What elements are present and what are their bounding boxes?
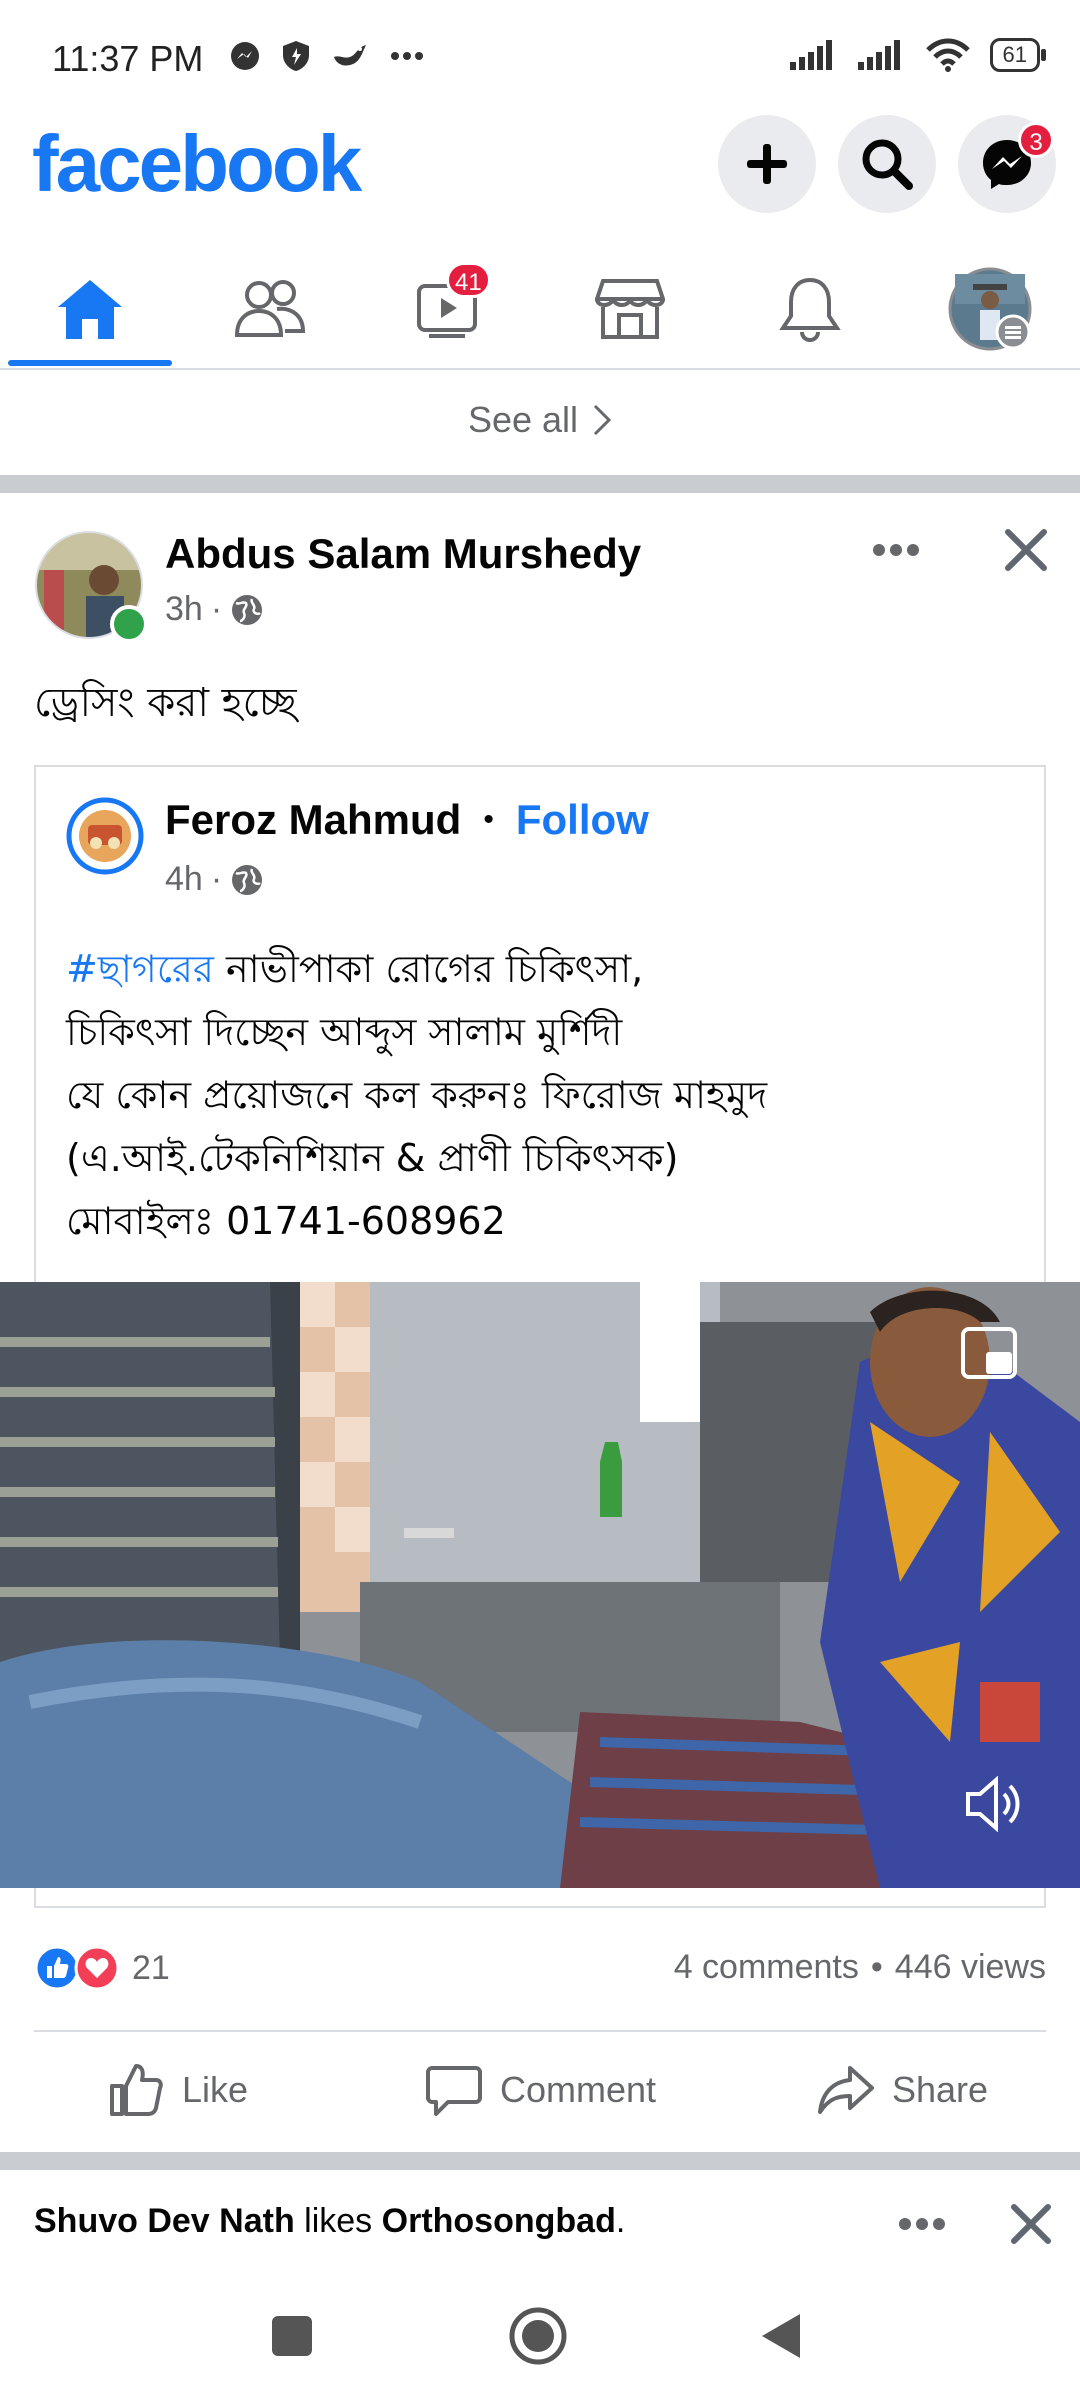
- search-icon: [862, 139, 913, 190]
- views-count: 446 views: [894, 1948, 1046, 1986]
- share-label: Share: [892, 2069, 989, 2110]
- shared-post-meta: 4h ·: [165, 860, 264, 899]
- video-frame: [0, 1282, 1080, 1888]
- shared-meta-dot: ·: [210, 860, 223, 898]
- next-story-page[interactable]: Orthosongbad: [382, 2202, 616, 2240]
- hashtag-link[interactable]: #ছাগরের: [66, 947, 214, 991]
- status-system-icons: 61: [789, 38, 1047, 72]
- system-navigation-bar: [0, 2270, 1080, 2400]
- status-bar: 11:37 PM 61: [0, 0, 1080, 115]
- search-button[interactable]: [838, 115, 936, 213]
- signal-icon: [789, 40, 832, 70]
- shield-notification-icon: [283, 41, 309, 71]
- share-icon: [818, 2066, 874, 2114]
- watch-badge: 41: [446, 262, 491, 298]
- next-story-more-icon[interactable]: [898, 2214, 946, 2234]
- friends-icon: [234, 280, 306, 337]
- next-story-close-icon[interactable]: [1010, 2203, 1052, 2245]
- comments-count[interactable]: 4 comments: [674, 1948, 859, 1987]
- tab-marketplace[interactable]: [540, 250, 720, 368]
- status-notification-icons: [230, 40, 424, 72]
- volume-icon[interactable]: [964, 1776, 1028, 1832]
- hide-post-close-icon[interactable]: [1004, 528, 1048, 572]
- comment-button[interactable]: Comment: [426, 2062, 656, 2118]
- plus-icon: [747, 144, 787, 184]
- post-stats: 4 comments • 446 views: [674, 1948, 1046, 1987]
- globe-icon: [232, 594, 263, 625]
- messenger-notification-icon: [231, 42, 259, 70]
- next-story-verb: likes: [294, 2202, 382, 2240]
- stats-separator: •: [870, 1948, 883, 1986]
- globe-icon: [232, 864, 263, 895]
- create-button[interactable]: [718, 115, 816, 213]
- post-text: ড্রেসিং করা হচ্ছে: [34, 680, 297, 726]
- post-time[interactable]: 3h: [165, 590, 203, 629]
- picture-in-picture-icon[interactable]: [960, 1326, 1020, 1382]
- main-tab-bar: [0, 250, 1080, 370]
- feed-separator: [0, 475, 1080, 493]
- shared-text-line-5: মোবাইলঃ 01741-608962: [66, 1199, 506, 1243]
- shared-author-avatar[interactable]: [66, 797, 144, 880]
- recents-button-icon[interactable]: [270, 2314, 314, 2358]
- shared-post-time[interactable]: 4h: [165, 860, 203, 899]
- tab-friends[interactable]: [180, 250, 360, 368]
- post-meta: 3h ·: [165, 590, 264, 629]
- messenger-badge: 3: [1018, 122, 1054, 158]
- love-reaction-icon: [74, 1945, 120, 1991]
- comment-label: Comment: [500, 2069, 657, 2110]
- shared-author-name[interactable]: Feroz Mahmud: [165, 796, 461, 844]
- reactions-count: 21: [132, 1948, 170, 1987]
- more-options-icon[interactable]: [872, 540, 920, 560]
- share-button[interactable]: Share: [818, 2062, 988, 2118]
- shared-text-line-1: #ছাগরের নাভীপাকা রোগের চিকিৎসা,: [66, 938, 1026, 1001]
- shared-text-line-2: চিকিৎসা দিচ্ছেন আব্দুস সালাম মুর্শিদী: [66, 1010, 623, 1054]
- see-all-link[interactable]: See all: [0, 370, 1080, 470]
- next-story-header: Shuvo Dev Nath likes Orthosongbad.: [34, 2202, 625, 2241]
- follow-button[interactable]: Follow: [516, 796, 649, 844]
- tab-home[interactable]: [0, 250, 180, 368]
- bird-notification-icon: [334, 45, 366, 66]
- signal-icon-2: [857, 40, 900, 70]
- thumbs-up-icon: [110, 2064, 163, 2116]
- like-label: Like: [182, 2069, 249, 2110]
- shared-post-header: Feroz Mahmud • Follow: [165, 796, 649, 844]
- status-time: 11:37 PM: [52, 38, 204, 79]
- profile-avatar: [948, 267, 1032, 351]
- active-tab-indicator: [8, 360, 172, 366]
- shared-text-line-3: যে কোন প্রয়োজনে কল করুনঃ ফিরোজ মাহমুদ: [66, 1073, 768, 1117]
- actions-divider: [34, 2030, 1046, 2032]
- facebook-logo[interactable]: facebook: [32, 118, 362, 210]
- home-button-icon[interactable]: [508, 2306, 568, 2366]
- bell-icon: [779, 277, 841, 342]
- next-story-end: .: [615, 2202, 626, 2240]
- wifi-icon: [925, 38, 970, 72]
- post-author-name[interactable]: Abdus Salam Murshedy: [165, 530, 641, 578]
- feed-separator-2: [0, 2152, 1080, 2170]
- reactions-summary[interactable]: 21: [34, 1945, 170, 1991]
- online-status-dot: [110, 605, 148, 643]
- next-story-actor[interactable]: Shuvo Dev Nath: [34, 2202, 295, 2240]
- follow-separator: •: [483, 803, 494, 836]
- battery-indicator: 61: [989, 38, 1047, 72]
- comment-icon: [426, 2066, 482, 2116]
- marketplace-icon: [595, 279, 665, 339]
- shared-post-text: #ছাগরের নাভীপাকা রোগের চিকিৎসা, চিকিৎসা …: [66, 938, 1026, 1253]
- tab-notifications[interactable]: [720, 250, 900, 368]
- back-button-icon[interactable]: [758, 2310, 804, 2362]
- more-notifications-icon: [391, 52, 423, 60]
- shared-text-line-4: (এ.আই.টেকনিশিয়ান & প্রাণী চিকিৎসক): [66, 1136, 679, 1180]
- meta-dot: ·: [210, 590, 223, 628]
- tab-profile-menu[interactable]: [900, 250, 1080, 368]
- video-player[interactable]: [0, 1282, 1080, 1888]
- see-all-label: See all: [467, 399, 579, 440]
- shared-text-line-1-rest: নাভীপাকা রোগের চিকিৎসা,: [213, 947, 644, 991]
- chevron-right-icon: [593, 404, 612, 436]
- like-button[interactable]: Like: [108, 2062, 248, 2118]
- home-icon: [58, 280, 122, 339]
